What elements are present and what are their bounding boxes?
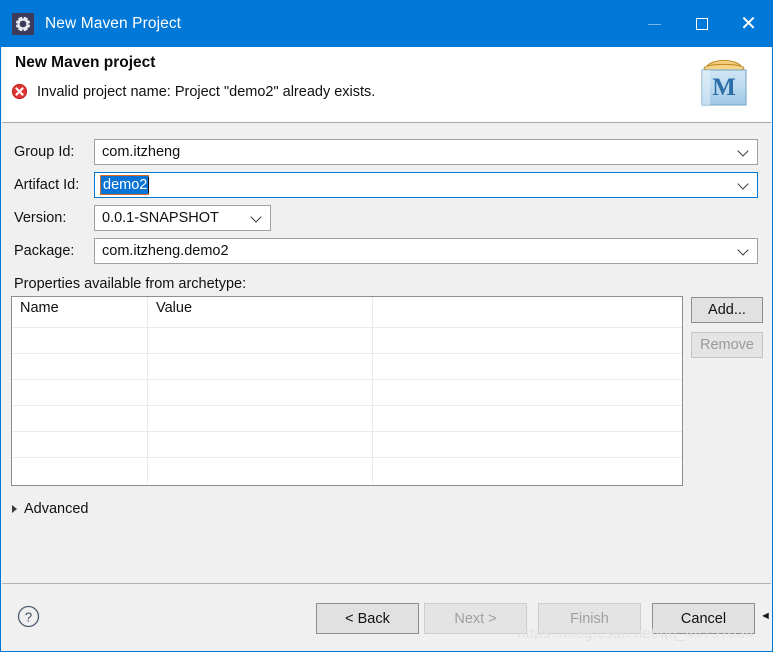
package-label: Package: bbox=[14, 243, 75, 259]
add-property-button[interactable]: Add... bbox=[691, 297, 763, 323]
version-value: 0.0.1-SNAPSHOT bbox=[102, 210, 219, 226]
remove-property-button: Remove bbox=[691, 332, 763, 358]
scroll-arrow-icon[interactable]: ◄ bbox=[760, 611, 771, 622]
table-cell-extra bbox=[373, 458, 682, 484]
minimize-button[interactable] bbox=[631, 1, 678, 47]
table-row[interactable] bbox=[12, 354, 682, 380]
maximize-icon bbox=[695, 18, 708, 30]
svg-text:?: ? bbox=[25, 610, 32, 625]
table-cell-value bbox=[148, 432, 373, 457]
group-id-label: Group Id: bbox=[14, 144, 75, 160]
minimize-icon bbox=[648, 23, 661, 25]
table-cell-name bbox=[12, 406, 148, 431]
table-cell-extra bbox=[373, 328, 682, 353]
triangle-right-icon bbox=[12, 505, 17, 513]
question-mark-icon[interactable]: ? bbox=[17, 605, 40, 628]
table-row[interactable] bbox=[12, 458, 682, 484]
advanced-label: Advanced bbox=[24, 501, 89, 517]
group-id-value: com.itzheng bbox=[102, 144, 181, 160]
table-cell-name bbox=[12, 328, 148, 353]
chevron-down-icon[interactable] bbox=[739, 147, 748, 156]
column-header-name: Name bbox=[12, 297, 148, 327]
table-row[interactable] bbox=[12, 406, 682, 432]
gear-icon bbox=[12, 13, 34, 35]
title-bar: New Maven Project ✕ bbox=[1, 1, 772, 47]
chevron-down-icon[interactable] bbox=[252, 213, 261, 222]
table-cell-value bbox=[148, 406, 373, 431]
error-message-row: Invalid project name: Project "demo2" al… bbox=[11, 83, 375, 100]
package-value: com.itzheng.demo2 bbox=[102, 243, 229, 259]
table-header-row: Name Value bbox=[12, 297, 682, 328]
chevron-down-icon[interactable] bbox=[739, 180, 748, 189]
table-cell-value bbox=[148, 328, 373, 353]
table-cell-value bbox=[148, 380, 373, 405]
window-controls: ✕ bbox=[631, 1, 772, 47]
version-label: Version: bbox=[14, 210, 67, 226]
table-cell-name bbox=[12, 380, 148, 405]
close-button[interactable]: ✕ bbox=[725, 1, 772, 47]
window-title: New Maven Project bbox=[45, 15, 182, 32]
package-input[interactable]: com.itzheng.demo2 bbox=[94, 238, 758, 264]
group-id-input[interactable]: com.itzheng bbox=[94, 139, 758, 165]
table-row[interactable] bbox=[12, 380, 682, 406]
column-header-extra bbox=[373, 297, 682, 327]
dialog-body: Group Id: com.itzheng Artifact Id: demo2… bbox=[2, 123, 771, 583]
properties-table[interactable]: Name Value bbox=[11, 296, 683, 486]
artifact-id-label: Artifact Id: bbox=[14, 177, 80, 193]
next-button: Next > bbox=[424, 603, 527, 634]
artifact-id-input[interactable]: demo2 bbox=[94, 172, 758, 198]
table-cell-name bbox=[12, 432, 148, 457]
table-row[interactable] bbox=[12, 432, 682, 458]
watermark-text: https://blog.csdn.net/qq_44757034 bbox=[517, 625, 754, 642]
advanced-section-toggle[interactable]: Advanced bbox=[12, 501, 89, 517]
close-icon: ✕ bbox=[740, 13, 757, 35]
table-cell-value bbox=[148, 354, 373, 379]
table-cell-extra bbox=[373, 380, 682, 405]
maximize-button[interactable] bbox=[678, 1, 725, 47]
table-cell-extra bbox=[373, 406, 682, 431]
svg-text:M: M bbox=[712, 74, 736, 101]
table-cell-name bbox=[12, 354, 148, 379]
table-cell-value bbox=[148, 458, 373, 484]
artifact-id-value: demo2 bbox=[99, 175, 150, 195]
dialog-header: New Maven project Invalid project name: … bbox=[2, 47, 771, 123]
new-maven-project-dialog: New Maven Project ✕ New Maven project In… bbox=[0, 0, 773, 652]
text-caret bbox=[148, 177, 150, 193]
table-row[interactable] bbox=[12, 328, 682, 354]
back-button[interactable]: < Back bbox=[316, 603, 419, 634]
version-select[interactable]: 0.0.1-SNAPSHOT bbox=[94, 205, 271, 231]
table-cell-extra bbox=[373, 354, 682, 379]
error-message-text: Invalid project name: Project "demo2" al… bbox=[37, 83, 376, 100]
page-title: New Maven project bbox=[15, 54, 156, 71]
chevron-down-icon[interactable] bbox=[739, 246, 748, 255]
error-circle-icon bbox=[11, 83, 28, 100]
table-cell-extra bbox=[373, 432, 682, 457]
maven-logo-icon: M bbox=[701, 59, 747, 106]
column-header-value: Value bbox=[148, 297, 373, 327]
properties-label: Properties available from archetype: bbox=[14, 276, 247, 292]
table-cell-name bbox=[12, 458, 148, 484]
